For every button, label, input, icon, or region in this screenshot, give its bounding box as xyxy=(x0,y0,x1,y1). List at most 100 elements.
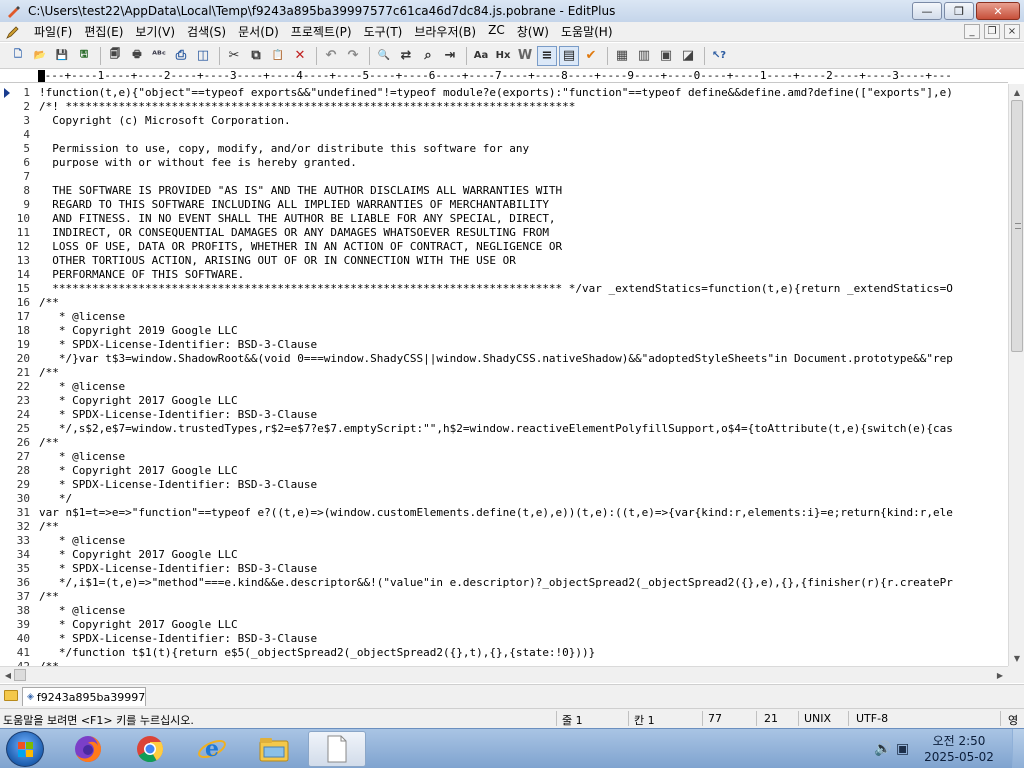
menu-item-4[interactable]: 문서(D) xyxy=(232,23,285,40)
code-line[interactable]: 27 * @license xyxy=(0,450,1008,464)
menu-item-8[interactable]: ZC xyxy=(482,23,511,40)
directory-window-button[interactable]: ▦ xyxy=(612,46,632,66)
code-line[interactable]: 20 */}var t$3=window.ShadowRoot&&(void 0… xyxy=(0,352,1008,366)
ruler-button[interactable]: ▤ xyxy=(559,45,579,66)
horizontal-scrollbar[interactable]: ◀ ▶ xyxy=(0,666,1008,683)
line-text[interactable]: /*! ************************************… xyxy=(39,100,1005,114)
code-line[interactable]: 26 /** xyxy=(0,436,1008,450)
line-text[interactable]: * @license xyxy=(39,310,1005,324)
code-line[interactable]: 37 /** xyxy=(0,590,1008,604)
line-text[interactable]: var n$1=t=>e=>"function"==typeof e?((t,e… xyxy=(39,506,1005,520)
hex-button[interactable]: Hx xyxy=(493,46,513,66)
code-line[interactable]: 16 /** xyxy=(0,296,1008,310)
line-text[interactable]: * @license xyxy=(39,450,1005,464)
print-button[interactable]: 🖶 xyxy=(127,46,147,66)
function-list-button[interactable]: ◪ xyxy=(678,46,698,66)
document-tab[interactable]: ◈ f9243a895ba39997577c61ca46d7dc84.js.po… xyxy=(22,687,146,706)
code-line[interactable]: 19 * SPDX-License-Identifier: BSD-3-Clau… xyxy=(0,338,1008,352)
save-all-button[interactable]: 🖫 xyxy=(74,46,94,66)
menu-item-0[interactable]: 파일(F) xyxy=(28,23,78,40)
menu-item-2[interactable]: 보기(V) xyxy=(129,23,181,40)
code-line[interactable]: 15 *************************************… xyxy=(0,282,1008,296)
taskbar-chrome[interactable] xyxy=(124,731,176,767)
code-line[interactable]: 30 */ xyxy=(0,492,1008,506)
line-text[interactable]: * @license xyxy=(39,380,1005,394)
vertical-scrollbar[interactable]: ▲ ▼ xyxy=(1008,84,1024,666)
line-text[interactable]: /** xyxy=(39,520,1005,534)
line-text[interactable]: * Copyright 2017 Google LLC xyxy=(39,464,1005,478)
document-menu-icon[interactable] xyxy=(6,25,20,39)
code-line[interactable]: 9 REGARD TO THIS SOFTWARE INCLUDING ALL … xyxy=(0,198,1008,212)
code-line[interactable]: 5 Permission to use, copy, modify, and/o… xyxy=(0,142,1008,156)
code-line[interactable]: 25 */,s$2,e$7=window.trustedTypes,r$2=e$… xyxy=(0,422,1008,436)
clock[interactable]: 오전 2:50 2025-05-02 xyxy=(924,733,994,765)
line-text[interactable]: Copyright (c) Microsoft Corporation. xyxy=(39,114,1005,128)
line-text[interactable]: * SPDX-License-Identifier: BSD-3-Clause xyxy=(39,562,1005,576)
start-button[interactable] xyxy=(6,731,44,767)
scroll-right-arrow-icon[interactable]: ▶ xyxy=(992,667,1008,683)
line-number-button[interactable]: ≡ xyxy=(537,45,557,66)
menu-item-1[interactable]: 편집(E) xyxy=(78,23,129,40)
line-text[interactable]: * Copyright 2017 Google LLC xyxy=(39,618,1005,632)
line-text[interactable]: * SPDX-License-Identifier: BSD-3-Clause xyxy=(39,478,1005,492)
menu-item-5[interactable]: 프로젝트(P) xyxy=(285,23,358,40)
volume-icon[interactable]: 🔊 xyxy=(874,741,891,757)
menu-item-3[interactable]: 검색(S) xyxy=(181,23,232,40)
code-line[interactable]: 41 */function t$1(t){return e$5(_objectS… xyxy=(0,646,1008,660)
code-line[interactable]: 7 xyxy=(0,170,1008,184)
line-text[interactable]: */,s$2,e$7=window.trustedTypes,r$2=e$7?e… xyxy=(39,422,1005,436)
code-line[interactable]: 12 LOSS OF USE, DATA OR PROFITS, WHETHER… xyxy=(0,240,1008,254)
editor-area[interactable]: 1 !function(t,e){"object"==typeof exports… xyxy=(0,84,1008,666)
code-line[interactable]: 28 * Copyright 2017 Google LLC xyxy=(0,464,1008,478)
line-text[interactable]: * @license xyxy=(39,604,1005,618)
cliptext-window-button[interactable]: ▥ xyxy=(634,46,654,66)
taskbar-internet-explorer[interactable]: e xyxy=(186,731,238,767)
code-line[interactable]: 11 INDIRECT, OR CONSEQUENTIAL DAMAGES OR… xyxy=(0,226,1008,240)
code-line[interactable]: 21 /** xyxy=(0,366,1008,380)
line-text[interactable]: ****************************************… xyxy=(39,282,1005,296)
print-preview-button[interactable]: 🗐 xyxy=(105,46,125,66)
menu-item-9[interactable]: 창(W) xyxy=(511,23,555,40)
open-folder-button[interactable]: 📂 xyxy=(30,46,50,66)
code-line[interactable]: 4 xyxy=(0,128,1008,142)
scroll-up-arrow-icon[interactable]: ▲ xyxy=(1009,84,1024,100)
code-line[interactable]: 3 Copyright (c) Microsoft Corporation. xyxy=(0,114,1008,128)
code-line[interactable]: 2 /*! ***********************************… xyxy=(0,100,1008,114)
menu-item-7[interactable]: 브라우저(B) xyxy=(408,23,482,40)
save-button[interactable]: 💾 xyxy=(52,46,72,66)
menu-item-10[interactable]: 도움말(H) xyxy=(555,23,619,40)
code-line[interactable]: 1 !function(t,e){"object"==typeof exports… xyxy=(0,86,1008,100)
code-line[interactable]: 17 * @license xyxy=(0,310,1008,324)
line-text[interactable]: OTHER TORTIOUS ACTION, ARISING OUT OF OR… xyxy=(39,254,1005,268)
code-line[interactable]: 40 * SPDX-License-Identifier: BSD-3-Clau… xyxy=(0,632,1008,646)
taskbar-file-explorer[interactable] xyxy=(248,731,300,767)
line-text[interactable]: REGARD TO THIS SOFTWARE INCLUDING ALL IM… xyxy=(39,198,1005,212)
line-text[interactable]: */}var t$3=window.ShadowRoot&&(void 0===… xyxy=(39,352,1005,366)
status-column[interactable]: 칸 1 xyxy=(634,712,655,728)
line-text[interactable]: /** xyxy=(39,366,1005,380)
line-text[interactable]: PERFORMANCE OF THIS SOFTWARE. xyxy=(39,268,1005,282)
code-line[interactable]: 10 AND FITNESS. IN NO EVENT SHALL THE AU… xyxy=(0,212,1008,226)
code-line[interactable]: 6 purpose with or without fee is hereby … xyxy=(0,156,1008,170)
code-line[interactable]: 35 * SPDX-License-Identifier: BSD-3-Clau… xyxy=(0,562,1008,576)
code-line[interactable]: 38 * @license xyxy=(0,604,1008,618)
code-line[interactable]: 24 * SPDX-License-Identifier: BSD-3-Clau… xyxy=(0,408,1008,422)
folder-icon[interactable] xyxy=(4,690,18,701)
code-line[interactable]: 32 /** xyxy=(0,520,1008,534)
line-text[interactable]: * SPDX-License-Identifier: BSD-3-Clause xyxy=(39,632,1005,646)
line-text[interactable]: */function t$1(t){return e$5(_objectSpre… xyxy=(39,646,1005,660)
taskbar-firefox[interactable] xyxy=(62,731,114,767)
browser-button[interactable]: ◫ xyxy=(193,46,213,66)
status-encoding[interactable]: UTF-8 xyxy=(856,712,888,725)
code-line[interactable]: 33 * @license xyxy=(0,534,1008,548)
network-icon[interactable]: ▣ xyxy=(896,741,909,757)
find-button[interactable]: 🔍 xyxy=(374,46,394,66)
line-text[interactable]: * Copyright 2017 Google LLC xyxy=(39,548,1005,562)
go-to-button[interactable]: ⇥ xyxy=(440,46,460,66)
help-pointer-button[interactable]: ↖? xyxy=(709,46,729,66)
line-text[interactable]: * Copyright 2017 Google LLC xyxy=(39,394,1005,408)
line-text[interactable]: LOSS OF USE, DATA OR PROFITS, WHETHER IN… xyxy=(39,240,1005,254)
line-text[interactable]: /** xyxy=(39,436,1005,450)
line-text[interactable]: * SPDX-License-Identifier: BSD-3-Clause xyxy=(39,408,1005,422)
browser-view-button[interactable]: ⎙ xyxy=(171,46,191,66)
